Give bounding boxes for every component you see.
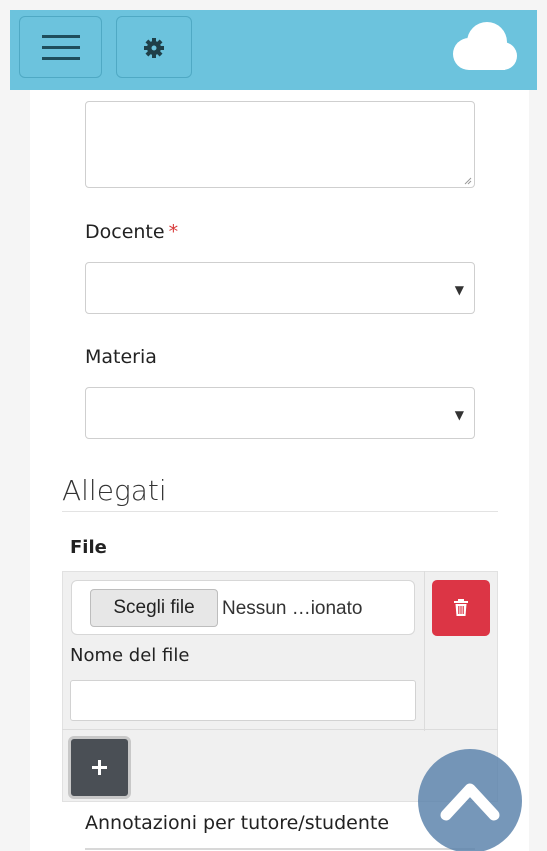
materia-select[interactable]: ▼ <box>85 387 475 439</box>
docente-label: Docente * <box>85 221 178 243</box>
panel-column-divider <box>424 571 425 731</box>
required-marker: * <box>168 221 179 243</box>
menu-button[interactable] <box>19 16 102 78</box>
scroll-to-top-button[interactable] <box>418 749 522 851</box>
settings-button[interactable] <box>116 16 192 78</box>
docente-label-text: Docente <box>85 221 165 243</box>
trash-icon <box>454 599 468 616</box>
annotations-label: Annotazioni per tutore/studente <box>85 812 390 834</box>
hamburger-icon <box>42 35 80 60</box>
panel-row-divider <box>62 729 498 730</box>
no-file-selected-text: Nessun …ionato <box>222 598 363 619</box>
filename-input[interactable] <box>70 680 416 721</box>
caret-down-icon: ▼ <box>454 408 464 422</box>
add-attachment-button[interactable] <box>68 736 131 799</box>
file-input[interactable]: Scegli file Nessun …ionato <box>71 580 415 635</box>
docente-select[interactable]: ▼ <box>85 262 475 314</box>
top-navbar <box>10 10 537 90</box>
annotations-field-edge[interactable] <box>85 848 475 850</box>
caret-down-icon: ▼ <box>454 283 464 297</box>
choose-file-button[interactable]: Scegli file <box>90 589 218 627</box>
file-label: File <box>70 537 107 558</box>
resize-grip-icon <box>464 177 472 185</box>
filename-label: Nome del file <box>70 645 190 666</box>
cloud-icon <box>453 22 517 70</box>
section-divider <box>62 511 498 512</box>
plus-icon <box>92 760 107 775</box>
materia-label: Materia <box>85 346 157 368</box>
description-textarea[interactable] <box>85 101 475 188</box>
chevron-up-icon <box>440 783 500 821</box>
allegati-section-title: Allegati <box>62 474 167 507</box>
gear-icon <box>144 38 164 58</box>
delete-attachment-button[interactable] <box>432 580 490 636</box>
